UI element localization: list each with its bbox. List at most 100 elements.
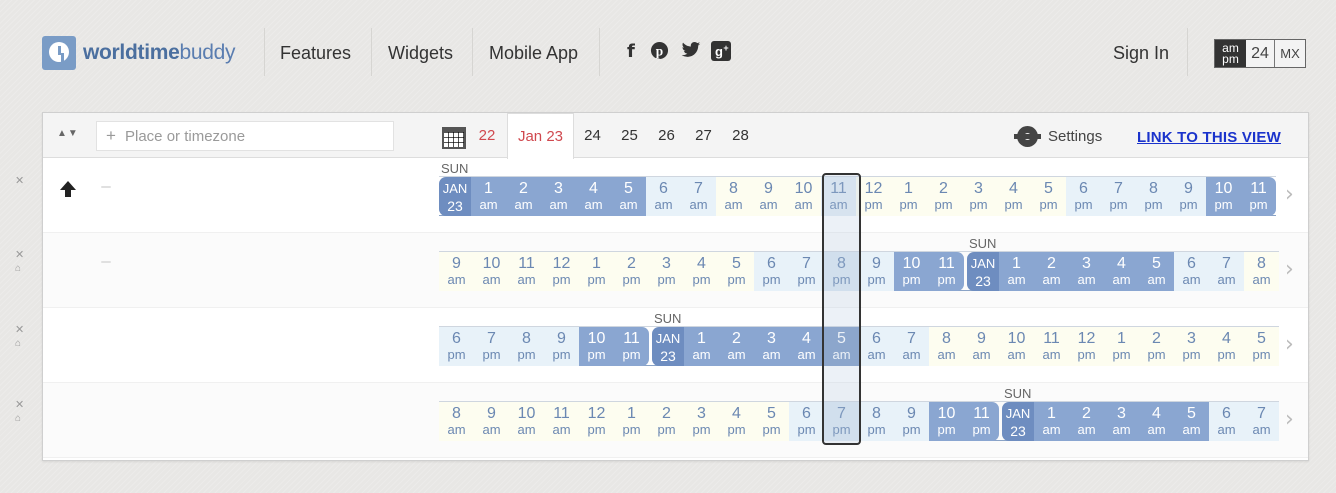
hour-cell[interactable]: JAN 23: [652, 327, 684, 366]
date-tab-6[interactable]: 28: [722, 113, 759, 158]
hour-cell[interactable]: 9 am: [474, 402, 509, 441]
nav-features[interactable]: Features: [280, 43, 351, 64]
chevron-right-icon[interactable]: ›: [1285, 257, 1294, 282]
hour-cell[interactable]: 6 am: [1209, 402, 1244, 441]
hour-cell[interactable]: 1 am: [684, 327, 719, 366]
hour-cell[interactable]: 2 pm: [926, 177, 961, 216]
hour-cell[interactable]: 9 pm: [1171, 177, 1206, 216]
hour-cell[interactable]: 10 am: [509, 402, 544, 441]
hour-cell[interactable]: 6 pm: [439, 327, 474, 366]
hour-cell[interactable]: 3 am: [541, 177, 576, 216]
nav-widgets[interactable]: Widgets: [388, 43, 453, 64]
hour-cell[interactable]: 4 pm: [996, 177, 1031, 216]
hour-cell[interactable]: 7 pm: [789, 252, 824, 291]
hour-cell[interactable]: 8 am: [929, 327, 964, 366]
hour-cell[interactable]: JAN 23: [439, 177, 471, 216]
city-name[interactable]: [96, 251, 111, 272]
date-tab-1[interactable]: Jan 23: [507, 113, 574, 159]
hour-cell[interactable]: 10 pm: [579, 327, 614, 366]
hour-cell[interactable]: 2 pm: [614, 252, 649, 291]
mx-format-button[interactable]: MX: [1275, 40, 1305, 67]
hour-cell[interactable]: 10 am: [786, 177, 821, 216]
home-icon[interactable]: ⌂: [15, 413, 21, 424]
hour-cell[interactable]: 3 pm: [649, 252, 684, 291]
hour-cell[interactable]: 8 pm: [859, 402, 894, 441]
hour-cell[interactable]: 2 pm: [1139, 327, 1174, 366]
place-search-input[interactable]: [125, 123, 390, 149]
hour-cell[interactable]: 8 pm: [1136, 177, 1171, 216]
hour-cell[interactable]: 11 pm: [929, 252, 964, 291]
remove-icon[interactable]: ✕: [15, 325, 24, 336]
hour-cell[interactable]: 10 pm: [929, 402, 964, 441]
hour-cell[interactable]: 11 am: [1034, 327, 1069, 366]
hour-cell[interactable]: 7 pm: [1101, 177, 1136, 216]
hour-cell[interactable]: 9 am: [751, 177, 786, 216]
hour-cell[interactable]: 4 pm: [719, 402, 754, 441]
hour-cell[interactable]: 1 pm: [891, 177, 926, 216]
hour-cell[interactable]: 12 pm: [544, 252, 579, 291]
hour-cell[interactable]: 8 am: [716, 177, 751, 216]
hour-cell[interactable]: 9 am: [964, 327, 999, 366]
google-plus-icon[interactable]: g +: [711, 41, 731, 66]
hour-cell[interactable]: 1 am: [471, 177, 506, 216]
hour-cell[interactable]: 5 am: [611, 177, 646, 216]
hour-cell[interactable]: 8 am: [439, 402, 474, 441]
hour-cell[interactable]: 11 pm: [1241, 177, 1276, 216]
link-to-this-view[interactable]: LINK TO THIS VIEW: [1137, 129, 1281, 146]
hour-cell[interactable]: 8 pm: [509, 327, 544, 366]
hour-cell[interactable]: 6 am: [1174, 252, 1209, 291]
hour-cell[interactable]: 10 am: [999, 327, 1034, 366]
chevron-right-icon[interactable]: ›: [1285, 407, 1294, 432]
hour-cell[interactable]: 6 am: [859, 327, 894, 366]
hour-cell[interactable]: 12 pm: [579, 402, 614, 441]
hour-cell[interactable]: 3 pm: [1174, 327, 1209, 366]
24h-format-button[interactable]: 24: [1246, 40, 1275, 67]
hour-cell[interactable]: 4 am: [576, 177, 611, 216]
chevron-right-icon[interactable]: ›: [1285, 332, 1294, 357]
hour-cell[interactable]: 5 pm: [719, 252, 754, 291]
hour-cell[interactable]: 10 pm: [894, 252, 929, 291]
hour-cell[interactable]: 5 pm: [1244, 327, 1279, 366]
hour-cell[interactable]: 3 am: [1104, 402, 1139, 441]
hour-cell[interactable]: 9 am: [439, 252, 474, 291]
hour-cell[interactable]: 1 am: [999, 252, 1034, 291]
remove-icon[interactable]: ✕: [15, 400, 24, 411]
hour-cell[interactable]: 2 am: [719, 327, 754, 366]
hour-cell[interactable]: 9 pm: [894, 402, 929, 441]
settings-button[interactable]: Settings: [1014, 126, 1102, 147]
remove-icon[interactable]: ✕: [15, 250, 24, 261]
hour-cell[interactable]: 4 am: [1139, 402, 1174, 441]
chevron-right-icon[interactable]: ›: [1285, 182, 1294, 207]
hour-cell[interactable]: 6 am: [646, 177, 681, 216]
sort-icon[interactable]: ▲▼: [57, 128, 79, 139]
twitter-icon[interactable]: [681, 41, 701, 64]
date-tab-3[interactable]: 25: [611, 113, 648, 158]
sign-in-link[interactable]: Sign In: [1113, 43, 1169, 64]
city-name[interactable]: [96, 176, 111, 197]
hour-cell[interactable]: 2 am: [1069, 402, 1104, 441]
hour-cell[interactable]: 5 am: [1139, 252, 1174, 291]
calendar-icon[interactable]: [442, 127, 466, 149]
date-tab-5[interactable]: 27: [685, 113, 722, 158]
hour-cell[interactable]: 4 am: [789, 327, 824, 366]
hour-cell[interactable]: 6 pm: [1066, 177, 1101, 216]
hour-cell[interactable]: 1 am: [1034, 402, 1069, 441]
nav-mobile-app[interactable]: Mobile App: [489, 43, 578, 64]
remove-icon[interactable]: ✕: [15, 176, 24, 187]
hour-cell[interactable]: 4 pm: [684, 252, 719, 291]
logo[interactable]: worldtimebuddy: [42, 33, 236, 73]
home-icon[interactable]: ⌂: [15, 263, 21, 274]
hour-cell[interactable]: 11 pm: [614, 327, 649, 366]
hour-cell[interactable]: 7 am: [1209, 252, 1244, 291]
hour-cell[interactable]: 2 am: [506, 177, 541, 216]
hour-cell[interactable]: 3 pm: [684, 402, 719, 441]
hour-cell[interactable]: 11 pm: [964, 402, 999, 441]
hour-cell[interactable]: 12 pm: [1069, 327, 1104, 366]
hour-cell[interactable]: 11 am: [544, 402, 579, 441]
pinterest-icon[interactable]: p: [650, 41, 669, 65]
hour-cell[interactable]: 4 pm: [1209, 327, 1244, 366]
hour-cell[interactable]: 3 am: [1069, 252, 1104, 291]
hour-cell[interactable]: 10 am: [474, 252, 509, 291]
hour-cell[interactable]: 1 pm: [614, 402, 649, 441]
hour-cell[interactable]: 5 am: [1174, 402, 1209, 441]
